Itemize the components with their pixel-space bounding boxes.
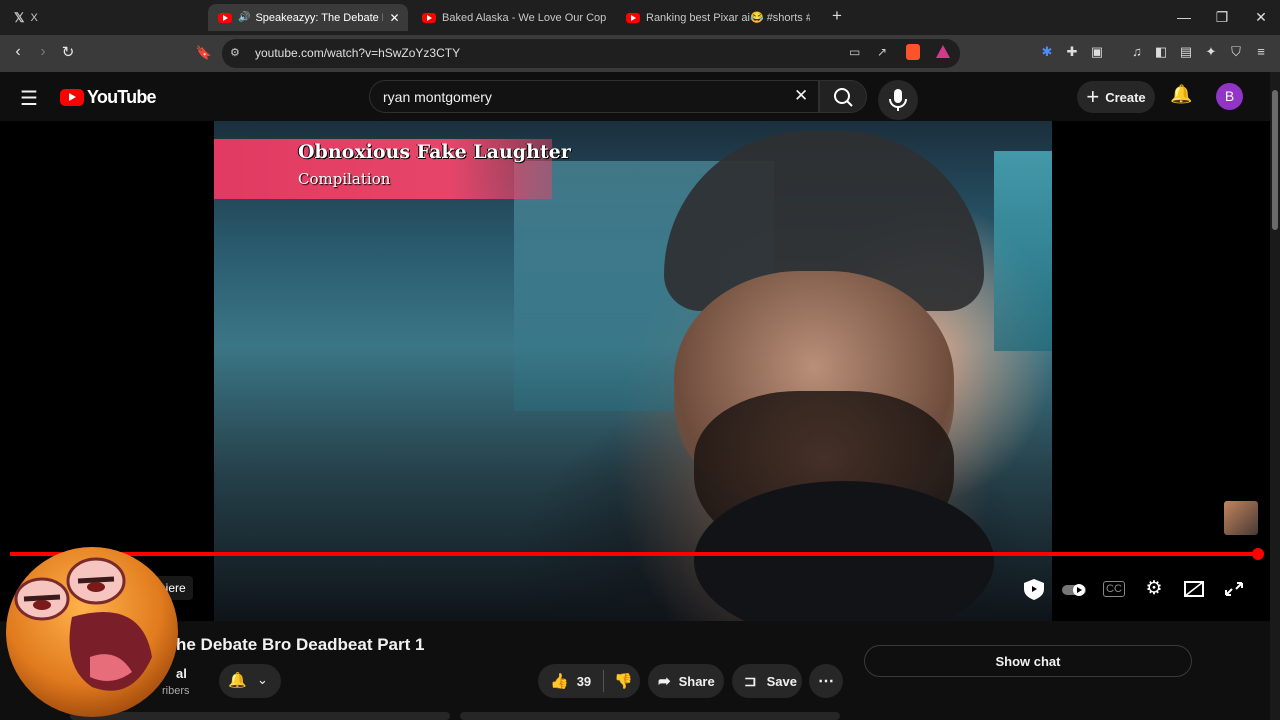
- brave-rewards-icon[interactable]: [936, 45, 950, 58]
- bookmark-icon[interactable]: 🔖: [193, 45, 215, 61]
- like-count: 39: [576, 673, 592, 689]
- progress-scrubber[interactable]: [1252, 548, 1264, 560]
- search-input[interactable]: ryan montgomery ✕: [369, 80, 819, 113]
- chevron-down-icon: ⌄: [257, 672, 268, 687]
- site-info-icon[interactable]: ⚙: [230, 46, 240, 59]
- closed-captions-icon[interactable]: CC: [1100, 577, 1128, 601]
- vpn-icon[interactable]: ✱: [1038, 44, 1056, 60]
- plus-icon: +: [1086, 84, 1100, 109]
- notification-settings-button[interactable]: 🔔 ⌄: [219, 664, 281, 698]
- youtube-favicon-icon: [218, 12, 232, 23]
- back-icon[interactable]: ‹: [7, 43, 29, 61]
- microphone-icon: [889, 89, 907, 111]
- scrollbar-thumb[interactable]: [1272, 90, 1278, 230]
- show-chat-button[interactable]: Show chat: [864, 645, 1192, 677]
- video-frame[interactable]: Obnoxious Fake Laughter Compilation: [214, 121, 1052, 621]
- tab-baked-alaska-label: Baked Alaska - We Love Our Cops [LIVE]: [442, 11, 606, 24]
- clear-search-icon[interactable]: ✕: [794, 86, 808, 106]
- brave-shields-icon[interactable]: [906, 44, 920, 60]
- share-button[interactable]: ➦ Share: [648, 664, 724, 698]
- tab-ranking-pixar-label: Ranking best Pixar ai😂 #shorts #pixar: [646, 12, 810, 24]
- progress-bar[interactable]: [10, 552, 1260, 556]
- save-button[interactable]: ⊐ Save: [732, 664, 802, 698]
- leo-ai-icon[interactable]: ✦: [1202, 44, 1220, 60]
- save-label: Save: [766, 673, 797, 689]
- search-icon: [834, 88, 853, 107]
- forward-icon[interactable]: ›: [32, 43, 54, 61]
- vpn-shield-icon[interactable]: ⛉: [1227, 44, 1245, 60]
- youtube-header: ☰ YouTube ryan montgomery ✕ + Create 🔔 B: [0, 72, 1270, 121]
- tab-baked-alaska[interactable]: Baked Alaska - We Love Our Cops [LIVE]: [412, 4, 610, 31]
- tab-speakeazyy-label: Speakeazyy: The Debate Bro Deadbeat: [255, 11, 383, 24]
- youtube-favicon-icon: [422, 12, 436, 23]
- search-button[interactable]: [819, 80, 867, 113]
- like-button[interactable]: 👍: [550, 672, 569, 690]
- audio-playing-icon: 🔊: [238, 12, 251, 23]
- avatar[interactable]: B: [1216, 83, 1243, 110]
- browser-tab-strip: 𝕏 X 🔊 Speakeazyy: The Debate Bro Deadbea…: [0, 0, 1280, 35]
- x-logo-icon: 𝕏: [14, 9, 25, 25]
- bell-icon: 🔔: [228, 672, 247, 689]
- browser-toolbar: ‹ › ↻ 🔖 ⚙ youtube.com/watch?v=hSwZoYz3CT…: [0, 35, 1280, 72]
- share-icon: ➦: [658, 673, 671, 690]
- tab-ranking-pixar[interactable]: Ranking best Pixar ai😂 #shorts #pixar: [616, 4, 814, 31]
- dislike-button[interactable]: 👎: [614, 672, 633, 690]
- channel-watermark[interactable]: [1224, 501, 1258, 535]
- settings-gear-icon[interactable]: ⚙: [1140, 577, 1168, 601]
- autoplay-toggle-icon[interactable]: [1060, 577, 1088, 601]
- close-window-icon[interactable]: ✕: [1251, 9, 1271, 26]
- like-dislike-group: 👍 39 👎: [538, 664, 640, 698]
- shield-extension-icon[interactable]: [1020, 577, 1048, 601]
- description-placeholder: [460, 712, 840, 720]
- save-bookmark-icon: ⊐: [744, 673, 757, 690]
- tab-speakeazyy[interactable]: 🔊 Speakeazyy: The Debate Bro Deadbeat ✕: [208, 4, 408, 31]
- more-actions-button[interactable]: ⋯: [809, 664, 843, 698]
- wallet-icon[interactable]: ▤: [1177, 44, 1195, 60]
- screenshot-icon[interactable]: ▣: [1088, 44, 1106, 60]
- notifications-bell-icon[interactable]: 🔔: [1170, 84, 1192, 105]
- search-query-text: ryan montgomery: [383, 89, 492, 105]
- video-title: he Debate Bro Deadbeat Part 1: [176, 635, 425, 654]
- create-label: Create: [1105, 89, 1146, 105]
- tab-x-label: X: [30, 11, 38, 24]
- url-text: youtube.com/watch?v=hSwZoYz3CTY: [255, 46, 461, 60]
- youtube-play-logo-icon: [60, 89, 84, 106]
- browser-menu-icon[interactable]: ≡: [1252, 44, 1270, 59]
- restore-icon[interactable]: ❐: [1212, 9, 1232, 26]
- share-label: Share: [678, 673, 715, 689]
- more-horizontal-icon: ⋯: [818, 673, 834, 690]
- sidebar-icon[interactable]: ◧: [1152, 44, 1170, 60]
- tab-x[interactable]: 𝕏 X: [4, 4, 204, 31]
- mascot-overlay-image: [6, 547, 178, 717]
- new-tab-button[interactable]: +: [827, 6, 847, 26]
- youtube-logo[interactable]: YouTube: [60, 87, 157, 108]
- extensions-icon[interactable]: ✚: [1063, 44, 1081, 60]
- video-background-screen: [994, 151, 1052, 351]
- video-player[interactable]: Obnoxious Fake Laughter Compilation Prem…: [0, 121, 1270, 621]
- cast-icon[interactable]: ▭: [849, 45, 860, 59]
- create-button[interactable]: + Create: [1077, 81, 1155, 113]
- like-divider: [603, 670, 605, 692]
- youtube-logo-text: YouTube: [87, 87, 157, 107]
- video-banner-title: Obnoxious Fake Laughter: [298, 141, 571, 163]
- minimize-icon[interactable]: —: [1174, 9, 1194, 25]
- voice-search-button[interactable]: [878, 80, 918, 120]
- page-scrollbar[interactable]: [1270, 72, 1280, 720]
- video-banner-subtitle: Compilation: [298, 170, 391, 188]
- hamburger-menu-icon[interactable]: ☰: [20, 86, 38, 111]
- youtube-favicon-icon: [626, 12, 640, 23]
- fullscreen-icon[interactable]: [1220, 577, 1248, 601]
- theater-mode-icon[interactable]: [1180, 577, 1208, 601]
- media-icon[interactable]: ♫: [1128, 44, 1146, 59]
- reload-icon[interactable]: ↻: [57, 43, 79, 61]
- share-page-icon[interactable]: ↗: [877, 45, 887, 59]
- address-bar[interactable]: ⚙ youtube.com/watch?v=hSwZoYz3CTY ▭ ↗: [222, 39, 960, 68]
- close-tab-icon[interactable]: ✕: [389, 11, 399, 25]
